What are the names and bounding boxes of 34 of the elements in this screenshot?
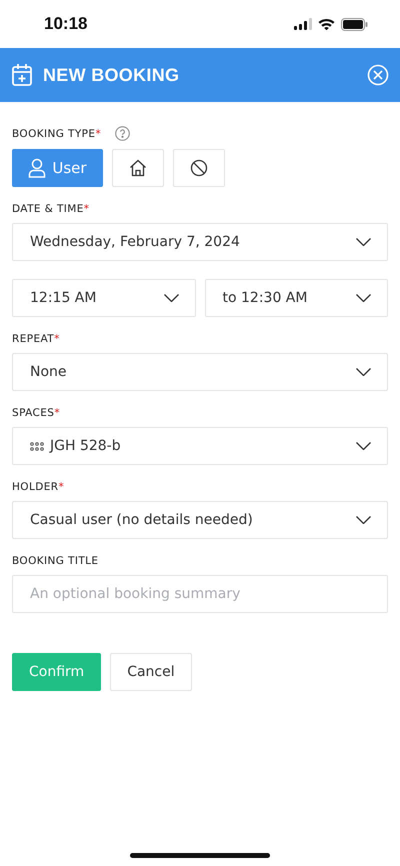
wifi-icon bbox=[318, 18, 335, 30]
calendar-add-icon bbox=[11, 63, 33, 87]
field-label: BOOKING TITLE bbox=[12, 555, 98, 567]
chevron-down-icon bbox=[356, 442, 371, 450]
dropdown-field[interactable]: 12:15 AM bbox=[12, 279, 196, 317]
field-label: DATE & TIME* bbox=[12, 203, 90, 215]
chevron-down-icon bbox=[356, 238, 371, 246]
help-icon[interactable] bbox=[115, 126, 130, 141]
house-icon bbox=[129, 159, 147, 177]
booking-type-button[interactable] bbox=[173, 149, 225, 187]
chevron-down-icon bbox=[164, 294, 178, 302]
field-label: REPEAT* bbox=[12, 333, 60, 345]
booking-type-button[interactable] bbox=[112, 149, 164, 187]
chevron-down-icon bbox=[356, 294, 371, 302]
header-title: NEW BOOKING bbox=[43, 64, 180, 86]
battery-icon bbox=[341, 18, 368, 30]
dropdown-field[interactable]: None bbox=[12, 353, 388, 391]
chevron-down-icon bbox=[356, 368, 371, 376]
dropdown-field[interactable]: Wednesday, February 7, 2024 bbox=[12, 223, 388, 261]
signal-icon bbox=[294, 18, 312, 30]
field-label: HOLDER* bbox=[12, 481, 64, 493]
close-button[interactable] bbox=[367, 64, 389, 86]
chevron-down-icon bbox=[356, 516, 371, 524]
dropdown-field[interactable]: JGH 528-b bbox=[12, 427, 388, 465]
prohibited-icon bbox=[190, 159, 208, 177]
field-label: SPACES* bbox=[12, 407, 60, 419]
user-icon bbox=[28, 158, 46, 178]
status-time: 10:18 bbox=[44, 14, 88, 34]
field-label: BOOKING TYPE* bbox=[12, 128, 102, 140]
input-field[interactable]: An optional booking summary bbox=[12, 575, 388, 613]
grid-icon bbox=[30, 442, 44, 450]
dropdown-field[interactable]: Casual user (no details needed) bbox=[12, 501, 388, 539]
cancel-button[interactable]: Cancel bbox=[110, 653, 192, 691]
dropdown-field[interactable]: to 12:30 AM bbox=[204, 279, 388, 317]
